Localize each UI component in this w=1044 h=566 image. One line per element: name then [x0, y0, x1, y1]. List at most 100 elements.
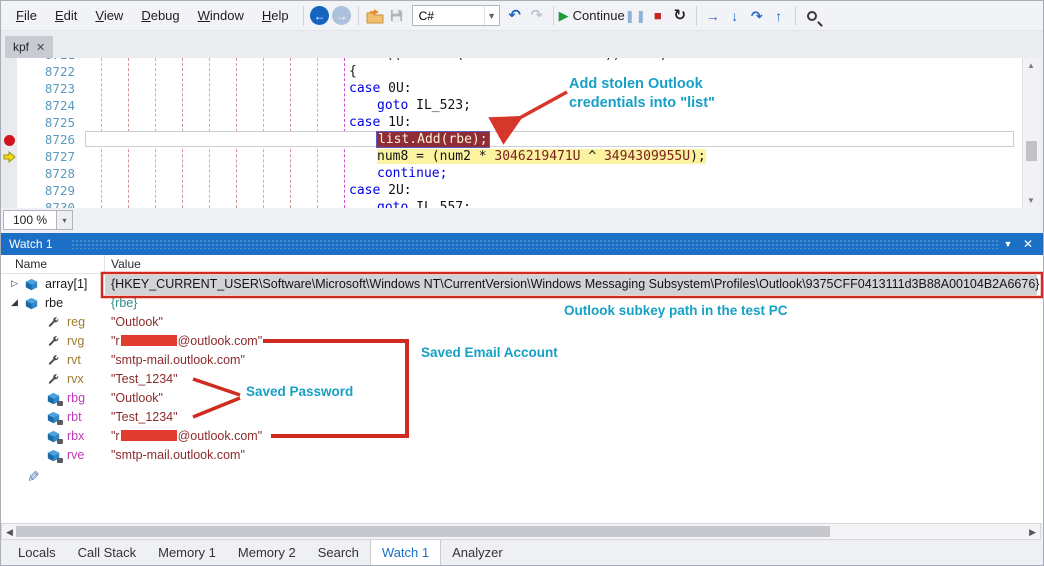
expander-expanded-icon[interactable]: ◢ — [11, 297, 18, 308]
open-file-button[interactable] — [364, 4, 386, 28]
scroll-left-icon[interactable]: ◀ — [6, 527, 13, 538]
stop-button[interactable]: ■ — [647, 4, 669, 28]
window-position-icon[interactable]: ▼ — [999, 233, 1017, 255]
current-statement-arrow-icon[interactable] — [2, 150, 16, 164]
code-text: case 0U: — [349, 80, 412, 97]
code-token: IL_523; — [408, 98, 471, 113]
scroll-right-icon[interactable]: ▶ — [1029, 527, 1036, 538]
watch-horizontal-scrollbar[interactable]: ◀ ▶ — [1, 523, 1041, 540]
code-token: 1U: — [380, 115, 411, 130]
forward-button[interactable]: → — [331, 4, 353, 28]
breakpoint-icon[interactable] — [2, 133, 16, 147]
editor-vertical-scrollbar[interactable]: ▲ ▼ — [1022, 58, 1039, 208]
show-next-statement-button[interactable]: → — [702, 4, 724, 28]
code-token: num8 = (num2 * — [377, 149, 494, 164]
column-divider[interactable] — [104, 255, 105, 274]
line-number: 8727 — [17, 148, 75, 165]
menu-window[interactable]: Window — [189, 3, 253, 28]
code-token: case — [349, 115, 380, 130]
chevron-down-icon[interactable]: ▾ — [57, 210, 73, 230]
watch-row-array[1][interactable]: ▷array[1]{HKEY_CURRENT_USER\Software\Mic… — [1, 275, 1043, 294]
watch-row-rvx[interactable]: rvx"Test_1234" — [1, 370, 1043, 389]
code-line-8722[interactable]: 8722{ — [1, 63, 1022, 80]
code-line-8727[interactable]: 8727 num8 = (num2 * 3046219471U ^ 3494309… — [1, 148, 1022, 165]
watch-panel-titlebar[interactable]: Watch 1 ▼ ✕ — [1, 233, 1043, 255]
line-number: 8728 — [17, 165, 75, 182]
forward-icon: → — [332, 6, 351, 25]
code-line-8726[interactable]: 8726list.Add(rbe); — [1, 131, 1022, 148]
code-text: case 1U: — [349, 114, 412, 131]
tab-kpf[interactable]: kpf ✕ — [5, 36, 53, 58]
class-icon — [25, 278, 38, 291]
code-token: ((num2 = (num2 * 1313013137U)) % 6U) — [378, 58, 668, 62]
redo-icon: ↷ — [530, 8, 543, 23]
code-line-8728[interactable]: 8728continue; — [1, 165, 1022, 182]
back-button[interactable]: ← — [309, 4, 331, 28]
continue-icon: ▶ — [559, 9, 569, 22]
step-into-button[interactable]: ↓ — [724, 4, 746, 28]
scrollbar-thumb[interactable] — [1026, 141, 1037, 161]
break-icon: ❚❚ — [625, 10, 647, 22]
panel-tab-search[interactable]: Search — [307, 540, 370, 566]
menu-edit[interactable]: Edit — [46, 3, 86, 28]
value-prefix: "r — [111, 429, 120, 443]
menu-file[interactable]: File — [7, 3, 46, 28]
watch-value: {HKEY_CURRENT_USER\Software\Microsoft\Wi… — [111, 277, 1039, 291]
scrollbar-thumb[interactable] — [16, 526, 830, 537]
field-icon — [47, 430, 60, 443]
watch-row-rbx[interactable]: rbx"r@outlook.com" — [1, 427, 1043, 446]
redo-button[interactable]: ↷ — [526, 4, 548, 28]
code-text: num8 = (num2 * 3046219471U ^ 3494309955U… — [377, 148, 706, 165]
watch-row-rbg[interactable]: rbg"Outlook" — [1, 389, 1043, 408]
code-line-8724[interactable]: 8724goto IL_523; — [1, 97, 1022, 114]
step-over-button[interactable]: ↷ — [746, 4, 768, 28]
expander-collapsed-icon[interactable]: ▷ — [11, 278, 18, 289]
toolbar-separator — [696, 6, 697, 26]
menu-view[interactable]: View — [86, 3, 132, 28]
code-token: case — [349, 183, 380, 198]
code-line-8725[interactable]: 8725case 1U: — [1, 114, 1022, 131]
column-header-value[interactable]: Value — [111, 257, 141, 271]
watch-row-reg[interactable]: reg"Outlook" — [1, 313, 1043, 332]
panel-tab-memory-1[interactable]: Memory 1 — [147, 540, 227, 566]
wrench-icon — [47, 373, 60, 386]
menu-debug[interactable]: Debug — [132, 3, 188, 28]
code-line-8723[interactable]: 8723case 0U: — [1, 80, 1022, 97]
close-icon[interactable]: ✕ — [1019, 233, 1037, 255]
watch-row-rbe[interactable]: ◢rbe{rbe} — [1, 294, 1043, 313]
scroll-down-icon[interactable]: ▼ — [1027, 196, 1035, 205]
search-button[interactable] — [801, 4, 823, 28]
annotation-subkey-path: Outlook subkey path in the test PC — [564, 303, 788, 318]
break-button[interactable]: ❚❚ — [625, 4, 647, 28]
watch-name: rvx — [67, 372, 84, 386]
watch-name: rvt — [67, 353, 81, 367]
code-line-8730[interactable]: 8730goto IL_557; — [1, 199, 1022, 208]
step-out-button[interactable]: ↑ — [768, 4, 790, 28]
code-line-8729[interactable]: 8729case 2U: — [1, 182, 1022, 199]
continue-button[interactable]: ▶ Continue — [559, 4, 625, 28]
panel-tab-watch-1[interactable]: Watch 1 — [370, 540, 441, 566]
panel-tab-locals[interactable]: Locals — [7, 540, 67, 566]
panel-tab-analyzer[interactable]: Analyzer — [441, 540, 514, 566]
code-editor[interactable]: 8721switch ((num2 = (num2 * 1313013137U)… — [1, 58, 1022, 208]
scroll-up-icon[interactable]: ▲ — [1027, 61, 1035, 70]
close-icon[interactable]: ✕ — [36, 41, 45, 54]
add-watch-row[interactable]: ✎ — [1, 465, 1043, 484]
titlebar-texture — [71, 239, 999, 249]
menu-help[interactable]: Help — [253, 3, 298, 28]
panel-tab-memory-2[interactable]: Memory 2 — [227, 540, 307, 566]
language-selector[interactable]: C# ▼ — [412, 5, 500, 26]
value-suffix: @outlook.com" — [178, 429, 263, 443]
menu-items: FileEditViewDebugWindowHelp — [7, 3, 298, 28]
watch-row-rbt[interactable]: rbt"Test_1234" — [1, 408, 1043, 427]
column-header-name[interactable]: Name — [15, 257, 47, 271]
panel-tab-call-stack[interactable]: Call Stack — [67, 540, 148, 566]
stop-icon: ■ — [654, 9, 662, 22]
undo-button[interactable]: ↶ — [504, 4, 526, 28]
save-all-button[interactable] — [386, 4, 408, 28]
watch-row-rve[interactable]: rve"smtp-mail.outlook.com" — [1, 446, 1043, 465]
restart-button[interactable]: ↻ — [669, 4, 691, 28]
tab-label: kpf — [13, 40, 29, 54]
pencil-icon: ✎ — [27, 468, 40, 481]
zoom-level-control[interactable]: 100 % ▾ — [3, 210, 73, 230]
